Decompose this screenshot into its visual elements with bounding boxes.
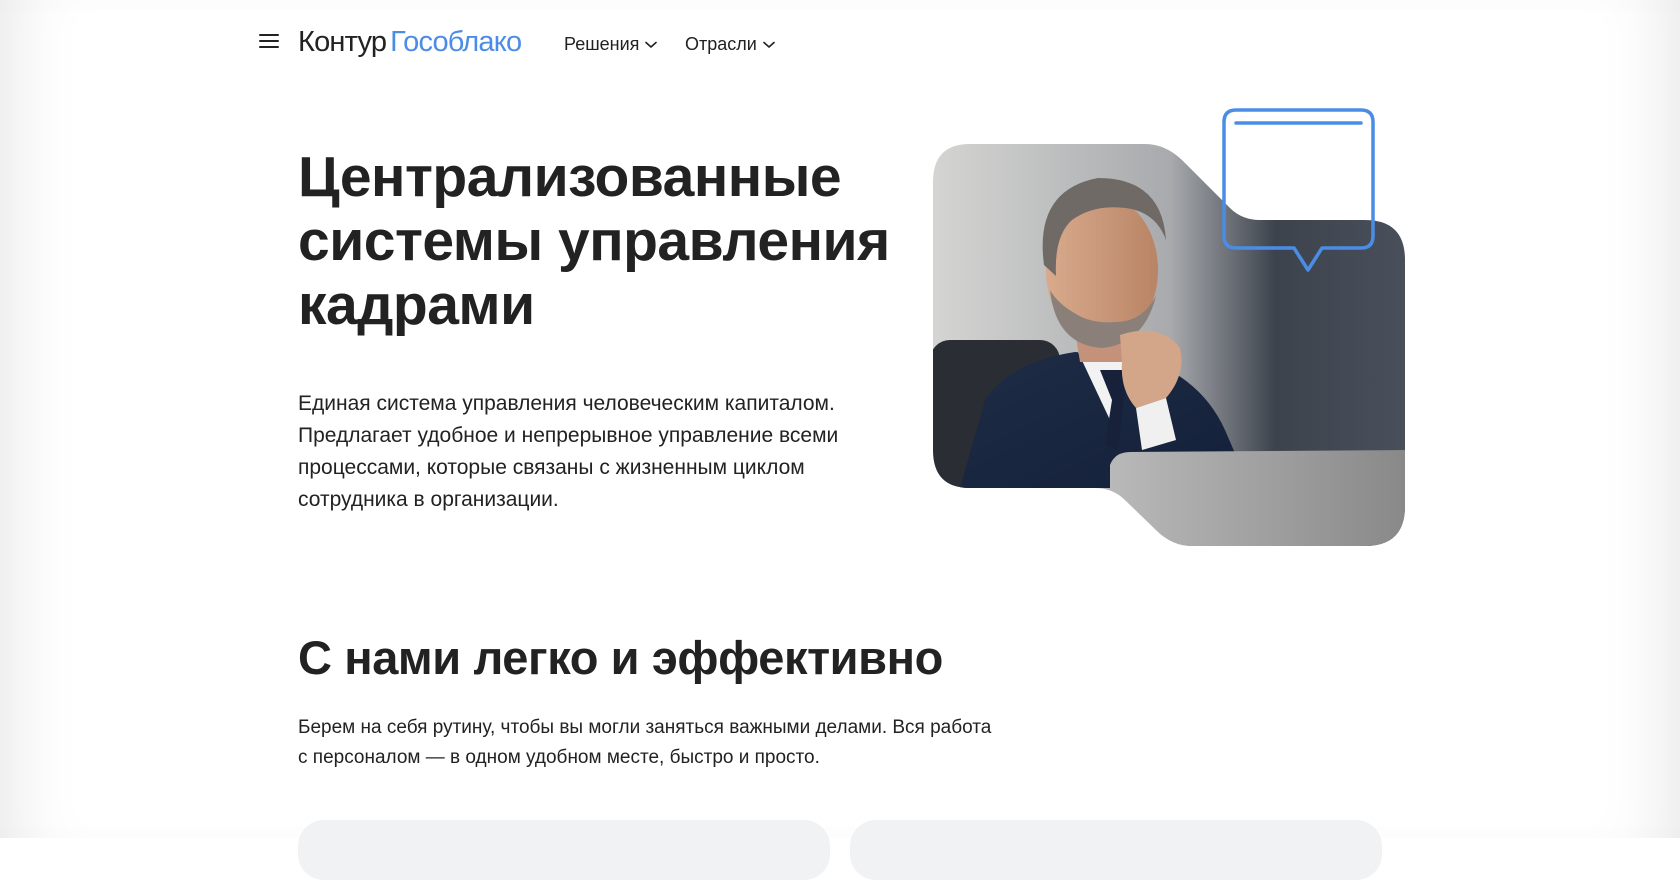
hero-description-line: Предлагает удобное и непрерывное управле… <box>298 424 839 447</box>
section-description-line: Берем на себя рутину, чтобы вы могли зан… <box>298 717 992 738</box>
nav-solutions-dropdown[interactable]: Решения <box>564 33 658 55</box>
nav-industries-dropdown[interactable]: Отрасли <box>685 33 775 55</box>
hero-title-line: системы управления <box>298 209 890 273</box>
hero-title-line: Централизованные <box>298 145 842 209</box>
hero-illustration <box>933 108 1405 546</box>
logo-secondary-text: Гособлако <box>390 26 522 58</box>
section-description-line: с персоналом — в одном удобном месте, бы… <box>298 747 820 768</box>
feature-card[interactable] <box>298 820 830 880</box>
logo-primary-text: Контур <box>298 26 387 58</box>
nav-solutions-label: Решения <box>564 34 640 54</box>
hero-description-line: Единая система управления человеческим к… <box>298 392 835 415</box>
businessman-photo <box>933 144 1405 546</box>
chevron-down-icon <box>763 41 775 48</box>
logo[interactable]: Контур Гособлако <box>298 24 522 60</box>
hero-title: Централизованные системы управления кадрам… <box>298 145 898 337</box>
section-title: С нами легко и эффективно <box>298 631 943 684</box>
feature-card[interactable] <box>850 820 1382 880</box>
site-header: Контур Гособлако Решения Отрасли <box>0 0 1680 88</box>
nav-industries-label: Отрасли <box>685 34 757 54</box>
hamburger-menu-icon[interactable] <box>259 32 281 50</box>
hero-title-line: кадрами <box>298 273 535 337</box>
chevron-down-icon <box>645 41 658 48</box>
hero-description: Единая система управления человеческим к… <box>298 388 888 516</box>
hero-description-line: процессами, которые связаны с жизненным … <box>298 456 805 479</box>
section-description: Берем на себя рутину, чтобы вы могли зан… <box>298 713 1058 773</box>
hero-description-line: сотрудника в организации. <box>298 488 559 511</box>
